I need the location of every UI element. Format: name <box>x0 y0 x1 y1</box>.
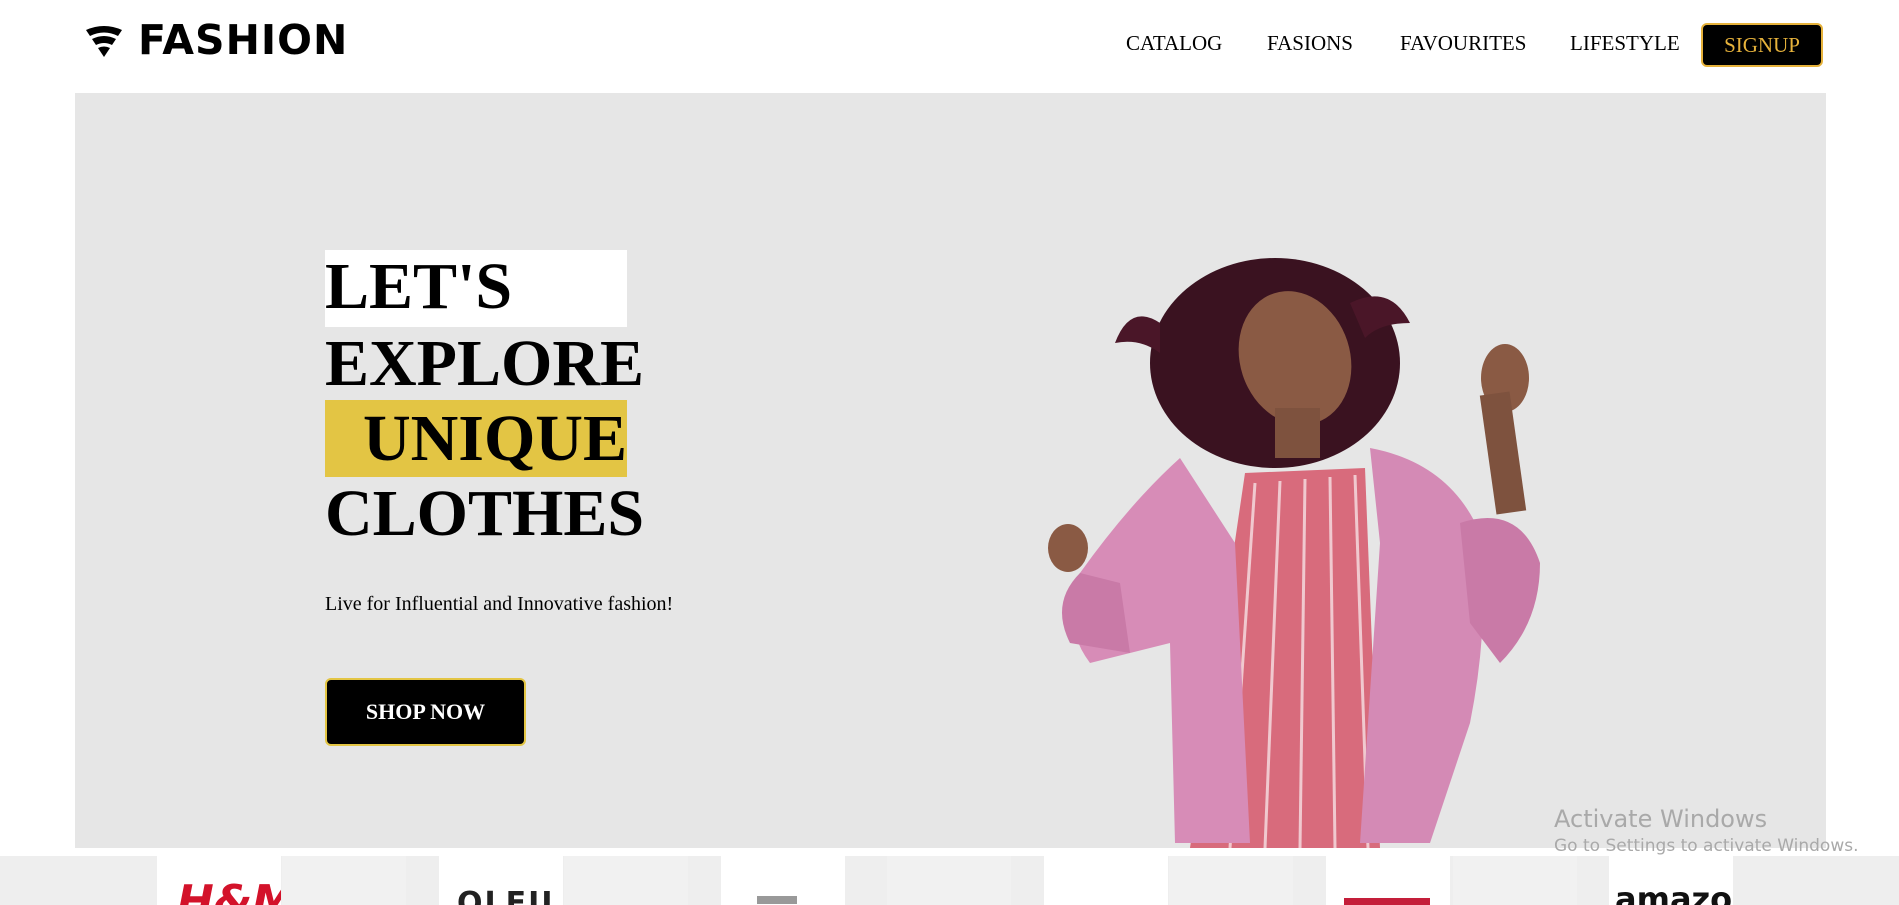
headline-line-2: EXPLORE <box>325 327 645 400</box>
levis-logo-bar <box>1344 898 1430 905</box>
hero-headline: LET'S EXPLORE UNIQUE CLOTHES <box>325 250 645 550</box>
hero-section: LET'S EXPLORE UNIQUE CLOTHES Live for In… <box>75 93 1826 848</box>
hm-logo-text: H&M <box>177 876 281 905</box>
headline-line-3: UNIQUE <box>325 400 627 477</box>
shop-now-button[interactable]: SHOP NOW <box>325 678 526 746</box>
brand-logo[interactable]: FASHION <box>84 20 348 61</box>
levis-logo[interactable] <box>1326 856 1450 905</box>
hm-logo[interactable]: H&M <box>157 856 281 905</box>
nav-fasions[interactable]: FASIONS <box>1267 31 1353 56</box>
nav-catalog[interactable]: CATALOG <box>1126 31 1222 56</box>
hero-tagline: Live for Influential and Innovative fash… <box>325 593 674 615</box>
hero-model-image <box>1048 258 1540 848</box>
brand-name: FASHION <box>138 16 349 64</box>
site-header: FASHION CATALOG FASIONS FAVOURITES LIFES… <box>0 0 1899 92</box>
brand-tile-blank <box>282 856 406 905</box>
product-thumbnail-icon <box>757 896 797 904</box>
brand-tile-product[interactable] <box>721 856 845 905</box>
nav-lifestyle[interactable]: LIFESTYLE <box>1570 31 1680 56</box>
activate-windows-watermark: Activate Windows Go to Settings to activ… <box>1554 804 1859 858</box>
nav-favourites[interactable]: FAVOURITES <box>1400 31 1526 56</box>
amazon-logo[interactable]: amazon <box>1609 856 1733 905</box>
brand-tile-blank <box>564 856 688 905</box>
brand-tile-blank <box>1169 856 1293 905</box>
brand-tile-blank <box>887 856 1011 905</box>
activate-title: Activate Windows <box>1554 805 1768 833</box>
brand-tile-blank <box>1453 856 1577 905</box>
oleu-logo[interactable]: OLEU <box>439 856 563 905</box>
headline-line-1: LET'S <box>325 250 627 327</box>
signup-button[interactable]: SIGNUP <box>1701 23 1823 67</box>
activate-subtitle: Go to Settings to activate Windows. <box>1554 836 1859 856</box>
wifi-wedge-logo-icon <box>86 25 122 57</box>
brand-logos-strip: H&M OLEU amazon <box>0 856 1899 905</box>
brand-tile-blank <box>1044 856 1168 905</box>
headline-line-4: CLOTHES <box>325 477 645 550</box>
oleu-logo-text: OLEU <box>457 886 555 905</box>
amazon-logo-text: amazon <box>1615 880 1733 905</box>
